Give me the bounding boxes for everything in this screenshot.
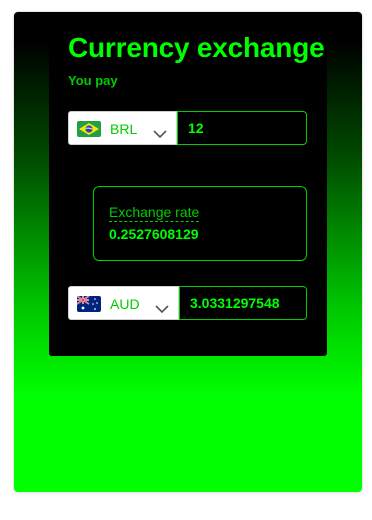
australia-flag-icon — [77, 296, 101, 312]
page-title: Currency exchange — [68, 32, 325, 63]
from-currency-code: BRL — [110, 121, 138, 137]
you-pay-label: You pay — [68, 73, 118, 88]
chevron-down-icon[interactable] — [155, 299, 169, 314]
receive-amount-output[interactable]: 3.0331297548 — [179, 286, 307, 320]
chevron-down-icon[interactable] — [153, 124, 167, 139]
to-currency-select[interactable]: AUD — [68, 286, 179, 320]
exchange-rate-label: Exchange rate — [109, 204, 200, 222]
exchange-rate-box: Exchange rate 0.2527608129 — [93, 186, 307, 261]
from-currency-select[interactable]: BRL — [68, 111, 177, 145]
pay-amount-input[interactable]: 12 — [177, 111, 307, 145]
to-currency-code: AUD — [110, 296, 140, 312]
brazil-flag-icon — [77, 121, 101, 137]
exchange-rate-value: 0.2527608129 — [109, 226, 199, 242]
